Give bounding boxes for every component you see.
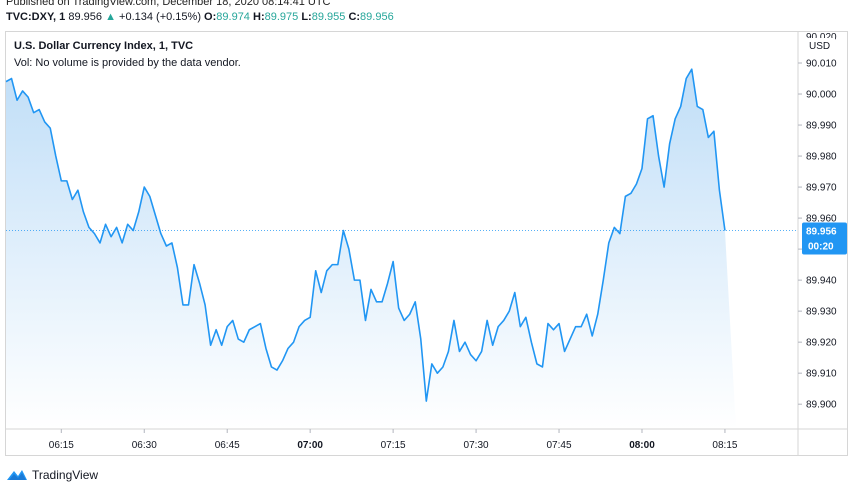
x-tick-label: 06:45 — [215, 440, 240, 451]
y-tick-label: 90.010 — [806, 59, 837, 70]
x-tick-label: 06:15 — [49, 440, 74, 451]
y-tick-label: 89.940 — [806, 276, 837, 287]
y-tick-label: 89.970 — [806, 183, 837, 194]
x-tick-label: 07:30 — [464, 440, 489, 451]
currency-label: USD — [809, 41, 830, 52]
y-tick-label: 89.910 — [806, 369, 837, 380]
x-tick-label: 08:15 — [712, 440, 737, 451]
x-tick-label: 07:15 — [381, 440, 406, 451]
footer-brand[interactable]: TradingView — [6, 468, 98, 482]
countdown-tag-label: 00:20 — [808, 242, 834, 253]
x-tick-label: 08:00 — [629, 440, 655, 451]
y-tick-label: 89.990 — [806, 121, 837, 132]
brand-label: TradingView — [32, 468, 99, 482]
tradingview-logo-icon — [7, 470, 27, 480]
volume-note: Vol: No volume is provided by the data v… — [14, 57, 241, 69]
y-tick-label: 89.920 — [806, 338, 837, 349]
price-area — [6, 69, 736, 429]
x-tick-label: 07:45 — [547, 440, 572, 451]
y-tick-label: 89.900 — [806, 400, 837, 411]
y-tick-label: 90.000 — [806, 90, 837, 101]
chart-legend-title: U.S. Dollar Currency Index, 1, TVC — [14, 40, 194, 52]
x-tick-label: 06:30 — [132, 440, 157, 451]
last-price-tag-label: 89.956 — [806, 227, 837, 238]
time-axis[interactable]: 06:15 06:30 06:45 07:00 07:15 07:30 07:45 08:00… — [5, 428, 848, 451]
y-tick-label: 89.930 — [806, 307, 837, 318]
x-tick-label: 07:00 — [297, 440, 323, 451]
price-chart[interactable]: 89.90089.91089.92089.93089.94089.95089.9… — [0, 0, 852, 485]
y-tick-label: 89.980 — [806, 152, 837, 163]
